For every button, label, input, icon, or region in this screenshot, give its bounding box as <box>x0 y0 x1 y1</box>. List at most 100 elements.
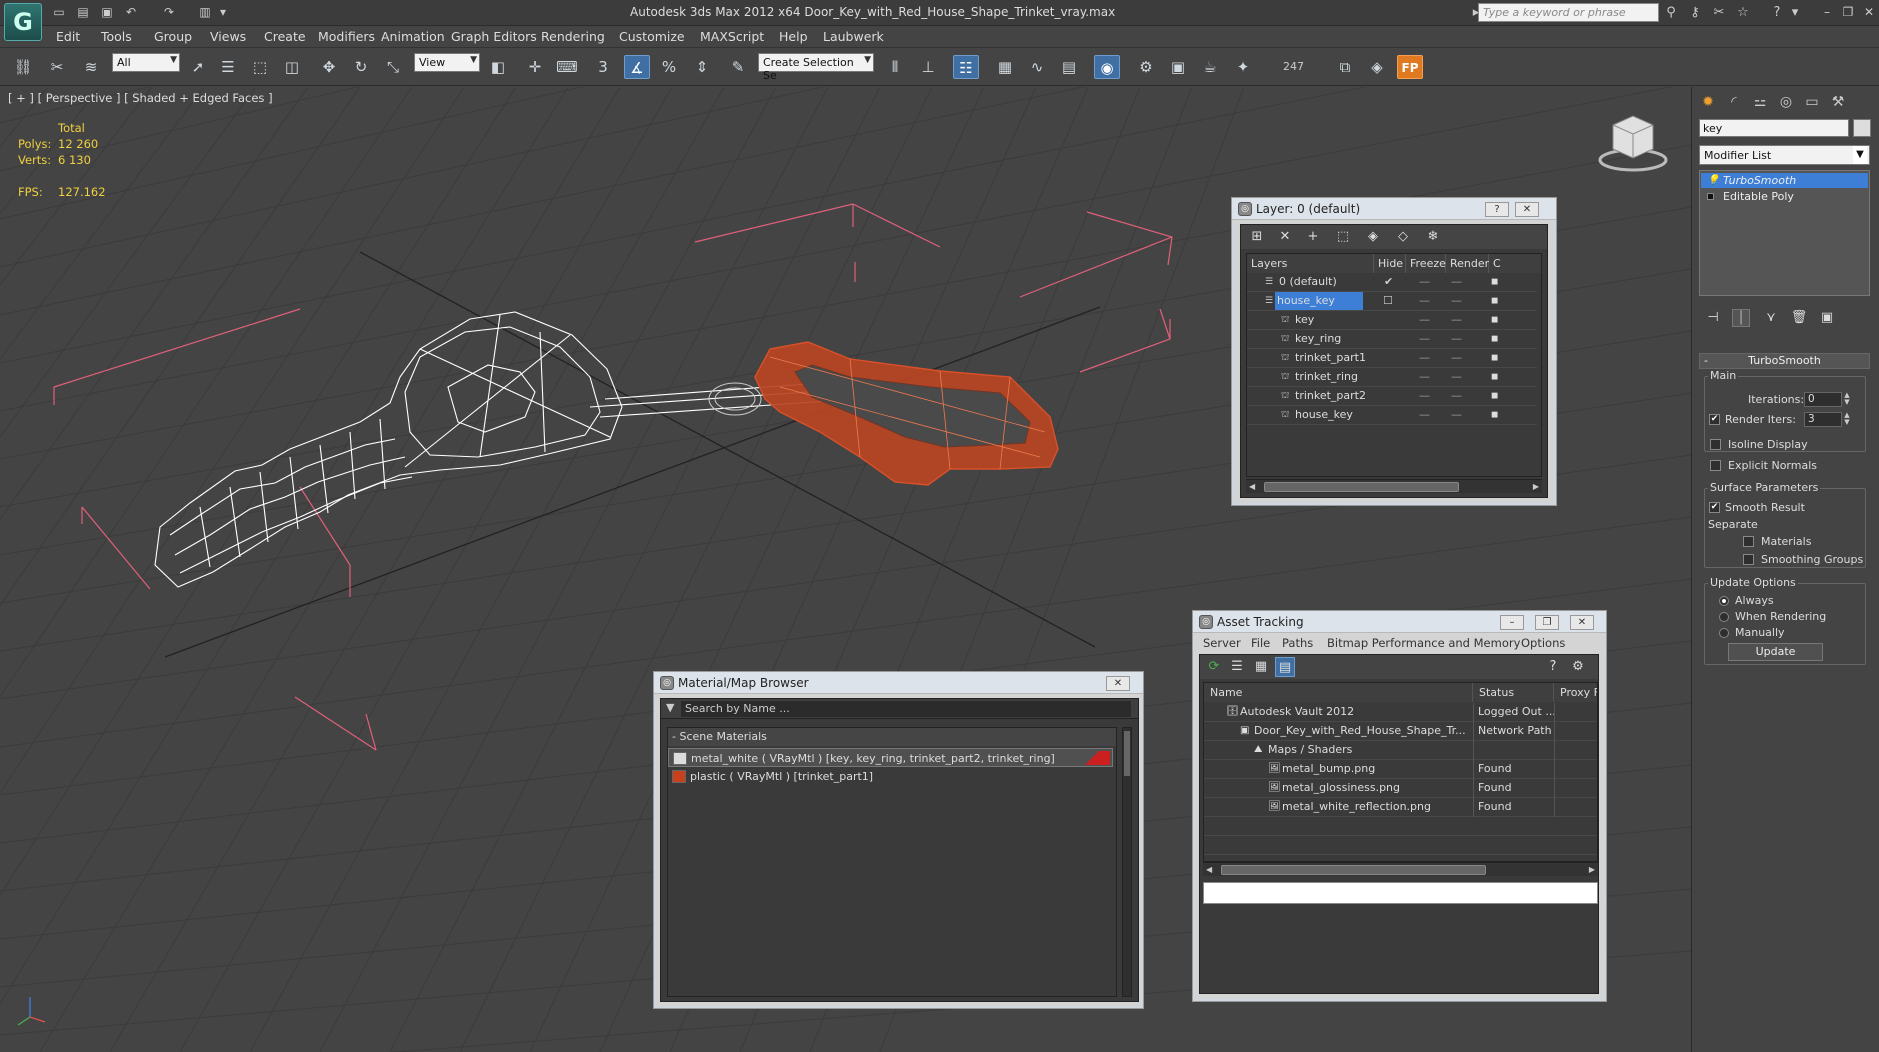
graphite-ribbon-icon[interactable]: ▦ <box>992 55 1018 79</box>
hide-all-layers-icon[interactable]: ◇ <box>1393 227 1413 247</box>
freeze-column-header[interactable]: Freeze <box>1406 254 1446 273</box>
asset-tracking-minimize-button[interactable]: – <box>1500 615 1524 630</box>
explicit-normals-checkbox[interactable] <box>1710 460 1721 471</box>
binoculars-icon[interactable]: ⚲ <box>1662 4 1680 21</box>
update-when-rendering-radio[interactable] <box>1719 612 1729 622</box>
scroll-left-icon[interactable]: ◀ <box>1249 480 1255 494</box>
object-color-swatch[interactable] <box>1853 119 1871 137</box>
asset-proxy-column-header[interactable]: Proxy F <box>1554 683 1597 702</box>
close-button[interactable]: ✕ <box>1859 3 1879 21</box>
layer-row[interactable]: ⛫ key_ring — — ◼ <box>1247 330 1537 349</box>
isoline-display-checkbox[interactable] <box>1710 439 1721 450</box>
bind-space-warp-icon[interactable]: ≋ <box>78 55 104 79</box>
select-by-name-icon[interactable]: ☰ <box>215 55 241 79</box>
quick-access-dropdown-icon[interactable]: ▾ <box>214 4 232 20</box>
asset-settings-icon[interactable]: ⚙ <box>1568 657 1588 677</box>
modifier-list-dropdown[interactable]: Modifier List ▼ <box>1699 145 1870 165</box>
schematic-view-icon[interactable]: ▤ <box>1056 55 1082 79</box>
remove-modifier-icon[interactable]: 🗑 <box>1790 309 1808 327</box>
freeze-toggle-icon[interactable]: — <box>1451 292 1462 310</box>
viewport-label-menu[interactable]: [ + ] [ Perspective ] [ Shaded + Edged F… <box>8 91 273 105</box>
render-toggle-icon[interactable]: ◼ <box>1491 368 1498 386</box>
asset-menu-file[interactable]: File <box>1251 636 1270 650</box>
freeze-toggle-icon[interactable]: — <box>1451 349 1462 367</box>
render-toggle-icon[interactable]: ◼ <box>1491 311 1498 329</box>
scroll-right-icon[interactable]: ▶ <box>1589 863 1595 877</box>
display-tab-icon[interactable]: ▭ <box>1802 93 1822 111</box>
layer-row[interactable]: ☰ house_key ☐ — — ◼ <box>1247 292 1537 311</box>
thumbnail-view-icon[interactable]: ▦ <box>1251 657 1271 677</box>
menu-tools[interactable]: Tools <box>101 29 132 44</box>
infocenter-search-input[interactable]: Type a keyword or phrase <box>1478 3 1659 22</box>
stack-item-turbosmooth[interactable]: 💡 TurboSmooth <box>1701 173 1868 188</box>
favorites-star-icon[interactable]: ☆ <box>1734 4 1752 21</box>
new-file-icon[interactable]: ▭ <box>50 4 68 20</box>
pin-stack-icon[interactable]: ⊣ <box>1704 309 1722 327</box>
freeze-toggle-icon[interactable]: — <box>1451 368 1462 386</box>
render-column-header[interactable]: Render <box>1446 254 1489 273</box>
move-icon[interactable]: ✥ <box>316 55 342 79</box>
modify-tab-icon[interactable]: ◜ <box>1724 93 1744 111</box>
motion-tab-icon[interactable]: ◎ <box>1776 93 1796 111</box>
menu-views[interactable]: Views <box>210 29 246 44</box>
asset-table-hscrollbar[interactable]: ◀ ▶ <box>1203 862 1598 876</box>
menu-modifiers[interactable]: Modifiers <box>318 29 375 44</box>
material-list-vscrollbar[interactable] <box>1122 727 1132 997</box>
unlink-icon[interactable]: ✂ <box>44 55 70 79</box>
rendered-frame-window-icon[interactable]: ▣ <box>1165 55 1191 79</box>
hide-toggle-icon[interactable]: — <box>1419 330 1430 348</box>
link-icon[interactable]: ⛓ <box>10 55 36 79</box>
minimize-button[interactable]: – <box>1817 3 1837 21</box>
update-always-radio[interactable] <box>1719 596 1729 606</box>
create-tab-icon[interactable]: ✹ <box>1698 93 1718 111</box>
asset-row[interactable]: 🖼 metal_bump.png Found <box>1204 760 1597 779</box>
pivot-center-icon[interactable]: ◧ <box>485 55 511 79</box>
layer-row[interactable]: ⛫ house_key — — ◼ <box>1247 406 1537 425</box>
render-toggle-icon[interactable]: ◼ <box>1491 330 1498 348</box>
layer-row[interactable]: ☰ 0 (default) ✔ — — ◼ <box>1247 273 1537 292</box>
lightbulb-icon[interactable]: 💡 <box>1707 173 1719 188</box>
render-toggle-icon[interactable]: ◼ <box>1491 273 1498 291</box>
menu-customize[interactable]: Customize <box>619 29 685 44</box>
scroll-thumb[interactable] <box>1124 731 1130 776</box>
hide-toggle-icon[interactable]: — <box>1419 368 1430 386</box>
menu-edit[interactable]: Edit <box>56 29 80 44</box>
scale-icon[interactable]: ⤡ <box>380 55 406 79</box>
hide-toggle-icon[interactable]: — <box>1419 292 1430 310</box>
rectangular-selection-icon[interactable]: ⬚ <box>247 55 273 79</box>
material-browser-title[interactable]: ◎ Material/Map Browser <box>654 672 1143 694</box>
asset-row[interactable]: 🗄 Autodesk Vault 2012 Logged Out ... <box>1204 703 1597 722</box>
keyboard-shortcut-override-icon[interactable]: ⌨ <box>554 55 580 79</box>
help-icon[interactable]: ? <box>1768 4 1786 21</box>
asset-tracking-maximize-button[interactable]: ❐ <box>1535 615 1559 630</box>
menu-rendering[interactable]: Rendering <box>541 29 605 44</box>
configure-modifier-sets-icon[interactable]: ▣ <box>1818 309 1836 327</box>
render-iters-checkbox[interactable]: ✔ <box>1709 414 1720 425</box>
current-layer-check-icon[interactable]: ✔ <box>1384 273 1393 291</box>
table-view-icon[interactable]: ▤ <box>1275 657 1295 677</box>
freeze-toggle-icon[interactable]: — <box>1451 330 1462 348</box>
render-toggle-icon[interactable]: ◼ <box>1491 292 1498 310</box>
scroll-left-icon[interactable]: ◀ <box>1206 863 1212 877</box>
menu-animation[interactable]: Animation <box>381 29 445 44</box>
separate-smoothing-groups-checkbox[interactable] <box>1743 554 1754 565</box>
hide-toggle-icon[interactable]: — <box>1419 406 1430 424</box>
reference-coordinate-dropdown[interactable]: View ▼ <box>414 53 480 72</box>
hide-toggle-icon[interactable]: — <box>1419 273 1430 291</box>
make-unique-icon[interactable]: ⋎ <box>1762 309 1780 327</box>
asset-row[interactable]: 🖼 metal_white_reflection.png Found <box>1204 798 1597 817</box>
render-setup-icon[interactable]: ⚙ <box>1133 55 1159 79</box>
spinner-arrows-icon[interactable]: ▲ ▼ <box>1843 412 1851 427</box>
set-current-layer-icon[interactable]: ☐ <box>1383 292 1393 310</box>
smooth-result-checkbox[interactable]: ✔ <box>1709 502 1720 513</box>
subscription-icon[interactable]: ✂ <box>1710 4 1728 21</box>
layer-row[interactable]: ⛫ trinket_ring — — ◼ <box>1247 368 1537 387</box>
menu-graph-editors[interactable]: Graph Editors <box>451 29 537 44</box>
key-icon[interactable]: ⚷ <box>1686 4 1704 21</box>
hide-toggle-icon[interactable]: — <box>1419 311 1430 329</box>
color-column-header[interactable]: C <box>1489 254 1541 273</box>
list-view-icon[interactable]: ☰ <box>1227 657 1247 677</box>
select-object-icon[interactable]: ➚ <box>185 55 211 79</box>
iterations-spinner[interactable]: 0 <box>1804 392 1842 407</box>
asset-menu-options[interactable]: Options <box>1521 636 1565 650</box>
